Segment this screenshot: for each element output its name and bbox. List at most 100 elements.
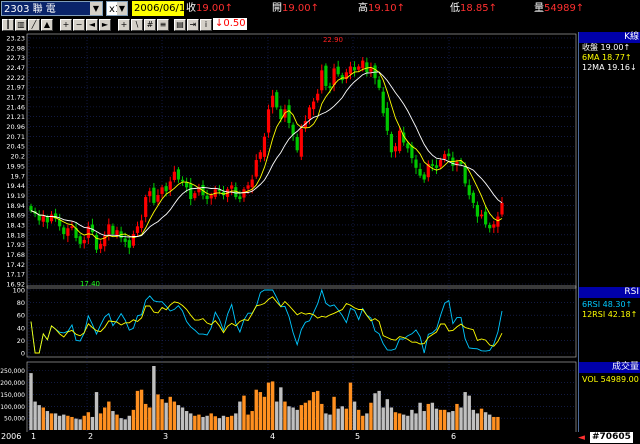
candle-body [357,66,361,70]
legend-6ma: 6MA 18.77↑ [582,53,632,62]
candle-body [29,206,33,211]
volume-bar [438,409,443,430]
volume-bar [451,411,455,430]
candle-body [139,220,144,229]
bar-chart-icon[interactable]: ▥ [15,19,27,31]
quote-volume: 量54989↑ [534,3,585,14]
candle-body [135,226,140,233]
candle-body [312,101,316,110]
volume-bar [172,401,177,430]
volume-bar [189,413,193,430]
date-field[interactable]: 2006/06/16 [132,1,192,16]
volume-bar [217,418,222,430]
crosshair-icon[interactable]: + [118,19,130,31]
price-tick-label: 21.21 [6,113,25,121]
rsi-tick-label: 20 [17,337,25,345]
volume-tick-label: 100,000 [0,404,25,411]
volume-bar [340,406,344,430]
scroll-left-icon[interactable]: ◄ [86,19,98,31]
candle-body [352,67,357,71]
volume-bar [283,401,287,430]
export-icon[interactable]: ⇥ [187,19,199,31]
info-icon[interactable]: i [200,19,212,31]
volume-bar [111,411,115,430]
volume-bar [324,413,328,430]
volume-bar [164,402,168,430]
axis-year: 2006 [1,432,22,441]
stock-code-select[interactable]: 2303 聯 電 ▼ [1,1,103,16]
volume-bar [90,416,95,430]
candle-body [258,152,262,159]
volume-bar [180,407,185,430]
back-arrow-icon[interactable]: ◄ [578,433,585,443]
candle-body [287,105,291,123]
volume-bar [447,412,451,430]
price-change: ↓0.50 [213,18,247,30]
volume-bar [49,413,54,430]
candle-body [463,166,467,184]
candle-body [434,165,439,168]
candle-body [381,91,385,114]
rsi-tick-label: 0 [21,350,25,358]
candle-body [148,191,152,197]
candle-body [467,185,471,196]
grid-icon[interactable]: # [144,19,156,31]
candle-body [127,240,131,248]
volume-bar [397,413,402,430]
volume-tick-label: 250,000 [0,368,25,375]
candle-body [299,128,303,157]
candle-body [271,95,275,108]
volume-bar [82,415,86,430]
price-tick-label: 22.22 [6,74,25,82]
candle-body [70,226,74,228]
candle-body [500,202,504,215]
kline-legend-title: K線 [579,32,640,43]
volume-bar [205,415,209,430]
code-badge: #70605 [590,432,633,443]
line-chart-icon[interactable]: ╱ [28,19,40,31]
axis-month: 3 [163,432,169,441]
candle-body [107,224,111,235]
area-chart-icon[interactable]: ▲ [41,19,53,31]
volume-bar [143,403,148,430]
volume-bar [70,416,74,430]
settings-icon[interactable]: ≡ [157,19,169,31]
volume-bar [139,389,144,430]
candlestick-icon[interactable]: ┃ [2,19,14,31]
volume-bar [197,414,201,430]
candle-body [144,197,148,217]
rsi-tick-label: 80 [17,299,25,307]
price-tick-label: 20.71 [6,133,25,141]
volume-bar [291,407,295,430]
volume-bar [135,390,140,430]
volume-bar [455,403,459,430]
draw-line-icon[interactable]: \ [131,19,143,31]
volume-bar [86,412,91,430]
candle-body [484,211,488,225]
price-tick-label: 21.46 [6,103,25,111]
volume-bar [426,403,430,430]
volume-bar [361,415,365,430]
print-icon[interactable]: ▤ [174,19,186,31]
quote-open: 開19.00↑ [272,3,320,14]
rsi-tick-label: 40 [17,324,25,332]
legend-panel: K線 收盤 19.00↑ 6MA 18.77↑ 12MA 19.16↓ RSI … [578,32,640,432]
volume-bar [369,402,373,430]
scroll-right-icon[interactable]: ► [99,19,111,31]
volume-bar [389,407,394,430]
candle-body [99,243,103,249]
volume-bar [479,408,484,430]
volume-bar [148,407,152,430]
zoom-out-icon[interactable]: − [73,19,85,31]
chevron-down-icon[interactable]: ▼ [117,2,127,15]
volume-bar [184,411,189,430]
multiplier-select[interactable]: x1 ▼ [106,1,128,16]
volume-bar [356,409,361,430]
volume-bar [37,405,41,430]
candle-body [156,195,160,202]
zoom-in-icon[interactable]: + [60,19,72,31]
price-tick-label: 17.17 [6,271,25,279]
chevron-down-icon[interactable]: ▼ [90,2,102,15]
tool-row: ┃ ▥ ╱ ▲ + − ◄ ► + \ # ≡ ▤ ⇥ i [0,18,640,32]
volume-bar [299,405,304,430]
